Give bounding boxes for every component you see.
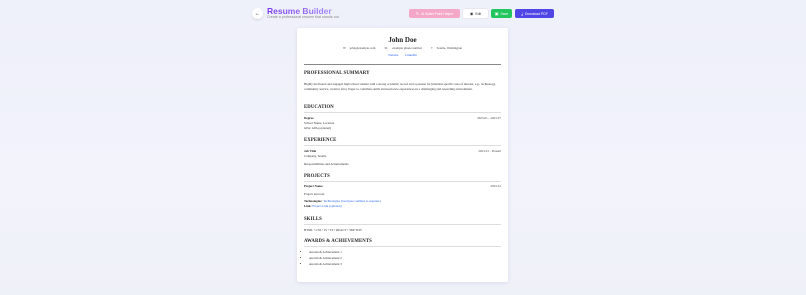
project-role: Project and role. [304,192,325,196]
download-pdf-button[interactable]: ⤓ Download PDF [515,9,554,18]
linkedin-link[interactable]: LinkedIn [405,53,417,57]
ai-bullet-helper-button[interactable]: ✎ AI Bullet Point Helper [409,9,460,18]
project-name: Project Name [304,184,323,188]
education-divider [304,112,501,113]
list-item: Awards & Achievement 3 [309,261,342,267]
education-degree: Degree [304,116,314,120]
download-pdf-label: Download PDF [524,11,548,16]
skills-text: HTML • CSS • JS • TS • REACT • SKETCH [304,228,362,232]
project-date: 2023-01 [490,184,501,188]
summary-heading: PROFESSIONAL SUMMARY [304,71,370,76]
skills-divider [304,224,501,225]
mail-icon: ✉ [342,46,346,50]
projects-divider [304,181,501,182]
awards-divider [304,246,501,247]
experience-responsibilities: Responsibilities and Achievements [304,162,349,166]
phone-text: example phone number [392,46,423,50]
education-dates: 2023-01 - 2023-07 [477,116,501,120]
website-link[interactable]: Website [388,53,398,57]
project-link[interactable]: Project Link (optional) [312,204,341,208]
location-text: Seattle, Washington [436,46,463,50]
profile-links: Website LinkedIn [297,53,508,57]
save-label: Save [500,11,509,16]
education-school: School Name, Location [304,121,335,125]
toolbar: ✎ AI Bullet Point Helper ◉ Edit ▣ Save ⤓… [409,9,554,18]
download-icon: ⤓ [521,10,523,16]
projects-heading: PROJECTS [304,174,330,179]
back-button[interactable]: ← [252,8,263,19]
summary-text: Highly motivated and engaged high school… [304,82,496,91]
technologies-label: Technologies: [304,199,323,203]
header-divider [304,64,501,65]
resume-name: John Doe [388,36,417,44]
project-link-row: Link: Project Link (optional) [304,204,342,209]
project-link-label: Link: [304,204,312,208]
technologies-value: Technologies Used (use commas to separat… [323,199,381,203]
location-contact: ⌖ Seattle, Washington [429,46,464,50]
experience-company: Company, Seattle [304,154,327,158]
contact-line: ✉ john@example.com ☏ example phone number … [297,46,508,50]
education-heading: EDUCATION [304,105,334,110]
education-gpa: GPA: GPA (optional) [304,126,332,130]
awards-list: Awards & Achievement 1 Awards & Achievem… [309,249,342,267]
experience-heading: EXPERIENCE [304,138,337,143]
save-button[interactable]: ▣ Save [491,9,512,18]
experience-divider [304,145,501,146]
magic-wand-icon: ✎ [415,10,420,16]
awards-heading: AWARDS & ACHIEVEMENTS [304,239,372,244]
edit-label: Edit [475,11,482,16]
arrow-left-icon: ← [254,10,261,17]
email-text: john@example.com [349,46,376,50]
page-subtitle: Create a professional resume that stands… [267,15,339,19]
email-contact: ✉ john@example.com [341,46,377,50]
project-technologies: Technologies: Technologies Used (use com… [304,199,381,204]
ai-bullet-helper-label: AI Bullet Point Helper [421,11,454,16]
location-pin-icon: ⌖ [430,46,433,50]
experience-dates: 2023-01 - Present [478,149,501,153]
phone-contact: ☏ example phone number [382,46,424,50]
eye-icon: ◉ [469,10,474,16]
save-icon: ▣ [494,10,499,16]
phone-icon: ☏ [384,46,389,50]
skills-heading: SKILLS [304,217,322,222]
edit-button[interactable]: ◉ Edit [463,9,488,18]
resume-preview: John Doe ✉ john@example.com ☏ example phon… [297,28,508,282]
experience-job-title: Job Title [304,149,317,153]
